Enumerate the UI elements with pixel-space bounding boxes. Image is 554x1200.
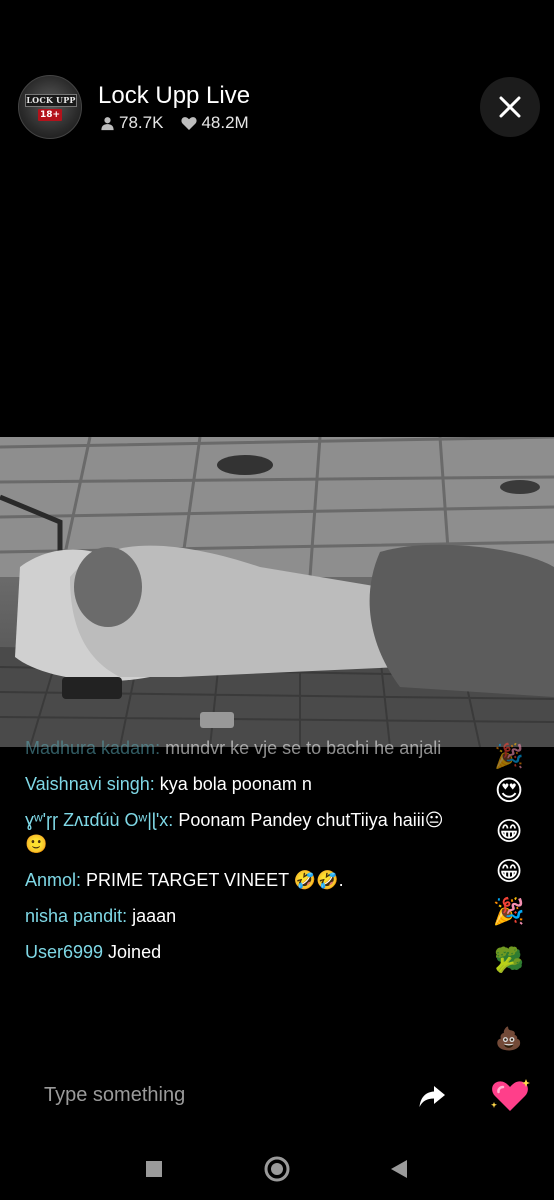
chat-username[interactable]: Anmol:	[25, 870, 81, 890]
chat-text: Joined	[103, 942, 162, 962]
chat-text: PRIME TARGET VINEET 🤣🤣.	[81, 870, 344, 890]
floating-reactions: 🎉 😍 😁 😁 🎉 🥦 💩	[486, 740, 536, 1060]
chat-username[interactable]: User6999	[25, 942, 103, 962]
chat-text: mundvr ke vje se to bachi he anjali	[160, 738, 442, 758]
viewer-count: 78.7K	[100, 113, 163, 133]
share-arrow-icon	[419, 1086, 445, 1107]
like-count-value: 48.2M	[201, 113, 249, 132]
chat-message: Madhura kadam: mundvr ke vje se to bachi…	[25, 736, 465, 760]
live-stats: 78.7K 48.2M	[100, 113, 267, 133]
sparkling-heart-icon	[491, 1079, 530, 1111]
chat-text: jaaan	[127, 906, 177, 926]
chat-message: Anmol: PRIME TARGET VINEET 🤣🤣.	[25, 868, 465, 892]
chat-list: Madhura kadam: mundvr ke vje se to bachi…	[25, 736, 465, 976]
back-button[interactable]	[384, 1154, 414, 1184]
broccoli-reaction: 🥦	[494, 947, 524, 974]
grin-reaction: 😁	[495, 856, 523, 886]
chat-message: nisha pandit: jaaan	[25, 904, 465, 928]
comment-input[interactable]: Type something	[44, 1084, 185, 1107]
triangle-back-icon	[391, 1160, 407, 1178]
heart-icon	[181, 116, 198, 130]
recents-button[interactable]	[139, 1154, 169, 1184]
chat-join-notice: User6999 Joined	[25, 940, 465, 964]
avatar-logo-text: LOCK UPP	[25, 94, 77, 107]
close-icon	[499, 96, 521, 118]
chat-message: Vaishnavi singh: kya bola poonam n	[25, 772, 465, 796]
chat-username[interactable]: Vaishnavi singh:	[25, 774, 155, 794]
channel-title: Lock Upp Live	[98, 82, 251, 109]
share-button[interactable]	[416, 1080, 448, 1112]
live-header: LOCK UPP 18+ Lock Upp Live 78.7K 48.2M	[0, 0, 554, 180]
heart-eyes-reaction: 😍	[494, 775, 524, 806]
like-count: 48.2M	[181, 113, 249, 133]
poop-reaction: 💩	[495, 1026, 523, 1051]
live-video[interactable]	[0, 437, 554, 747]
close-button[interactable]	[480, 77, 540, 137]
chat-message: ɣʷ'ɼɼ Ζʌɪɗúù Oʷ|ɭ'x: Poonam Pandey chutT…	[25, 808, 465, 856]
viewer-count-value: 78.7K	[119, 113, 164, 132]
channel-avatar[interactable]: LOCK UPP 18+	[18, 75, 82, 139]
grin-reaction: 😁	[495, 816, 523, 846]
comment-bar: Type something	[0, 1070, 554, 1124]
avatar-age-badge: 18+	[38, 109, 62, 121]
circle-home-icon	[264, 1156, 290, 1182]
video-scene	[0, 437, 554, 747]
chat-username[interactable]: nisha pandit:	[25, 906, 127, 926]
square-recents-icon	[146, 1161, 162, 1177]
party-popper-reaction: 🎉	[492, 896, 526, 926]
chat-username[interactable]: ɣʷ'ɼɼ Ζʌɪɗúù Oʷ|ɭ'x:	[25, 810, 173, 830]
chat-text: kya bola poonam n	[154, 774, 312, 794]
party-popper-reaction: 🎉	[494, 743, 524, 770]
system-nav-bar	[0, 1138, 554, 1200]
person-icon	[101, 116, 114, 130]
home-button[interactable]	[262, 1154, 292, 1184]
like-button[interactable]	[488, 1074, 532, 1118]
chat-username[interactable]: Madhura kadam:	[25, 738, 160, 758]
